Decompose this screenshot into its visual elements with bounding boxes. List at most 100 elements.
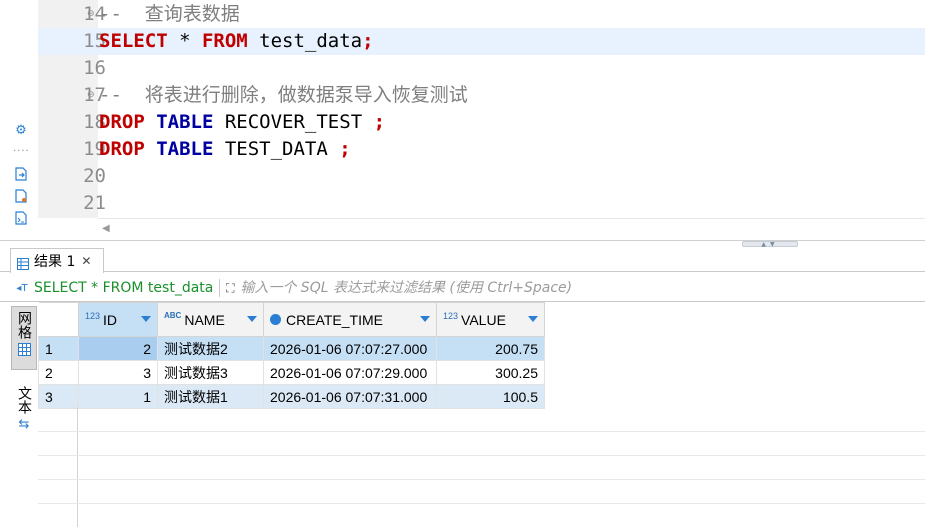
empty-grid-area (38, 407, 925, 527)
tab-results-1[interactable]: 结果 1 ✕ (10, 248, 104, 273)
cell-value[interactable]: 100.5 (436, 384, 545, 409)
editor-horizontal-scrollbar[interactable]: ◀ (98, 218, 925, 240)
grid-view-label: 网格 (16, 311, 32, 339)
column-menu-icon[interactable] (528, 316, 538, 322)
editor-side-toolbar: ⚙ ···· (0, 0, 38, 242)
column-header-create-time[interactable]: CREATE_TIME (263, 302, 437, 337)
sql-query-icon: ◂T (16, 282, 28, 294)
sql-comment: -- 将表进行删除，做数据泵导入恢复测试 (99, 84, 468, 106)
column-label: NAME (184, 311, 225, 328)
filter-input[interactable] (240, 277, 925, 299)
table-row[interactable]: 1 2 测试数据2 2026-01-06 07:07:27.000 200.75 (38, 336, 545, 361)
numeric-type-icon: 123 (85, 310, 101, 321)
results-panel: 结果 1 ✕ ◂T SELECT * FROM test_data ⛶ 网格 文… (0, 248, 925, 527)
cell-value[interactable]: 200.75 (436, 336, 545, 361)
fold-toggle-icon[interactable]: ⊖ (87, 9, 95, 19)
line-number: 16 (83, 57, 106, 79)
sql-keyword: ; (362, 30, 374, 52)
row-number-divider (77, 407, 78, 527)
code-line[interactable]: 21 (38, 190, 925, 217)
sql-keyword: ; (339, 138, 351, 160)
code-line[interactable]: 19 DROP TABLE TEST_DATA ; (38, 136, 925, 163)
toolbar-divider: ···· (13, 146, 30, 157)
column-label: CREATE_TIME (286, 311, 383, 328)
row-number[interactable]: 2 (38, 360, 79, 385)
file-icon[interactable] (13, 188, 29, 204)
code-line[interactable]: 17 ⊖ -- 将表进行删除，做数据泵导入恢复测试 (38, 82, 925, 109)
filter-bar: ◂T SELECT * FROM test_data ⛶ (10, 276, 925, 300)
cell-create-time[interactable]: 2026-01-06 07:07:29.000 (263, 360, 437, 385)
table-row[interactable]: 2 3 测试数据3 2026-01-06 07:07:29.000 300.25 (38, 360, 545, 385)
row-number-header (38, 302, 79, 337)
cell-create-time[interactable]: 2026-01-06 07:07:27.000 (263, 336, 437, 361)
table-grid-icon (17, 343, 31, 359)
sql-keyword: FROM (201, 30, 248, 52)
code-line[interactable]: 14 ⊖ -- 查询表数据 (38, 1, 925, 28)
row-number[interactable]: 1 (38, 336, 79, 361)
numeric-type-icon: 123 (443, 310, 459, 321)
line-number: 21 (83, 192, 106, 214)
sql-editor[interactable]: ⚙ ···· 14 ⊖ -- 查询表数据 15 SELECT * FROM test_d… (0, 0, 925, 242)
panel-splitter[interactable]: ▲▼ (0, 240, 925, 248)
text-view-label: 文本 (16, 386, 32, 414)
code-line[interactable]: 18 DROP TABLE RECOVER_TEST ; (38, 109, 925, 136)
code-text[interactable]: DROP TABLE TEST_DATA ; (99, 136, 351, 163)
grid-line (38, 503, 925, 504)
cell-id[interactable]: 3 (78, 360, 158, 385)
code-line[interactable]: 20 (38, 163, 925, 190)
table-row[interactable]: 3 1 测试数据1 2026-01-06 07:07:31.000 100.5 (38, 384, 545, 409)
sql-keyword: SELECT (99, 30, 168, 52)
column-label: ID (103, 311, 118, 328)
text-type-icon: ABC (164, 311, 182, 320)
cell-name[interactable]: 测试数据3 (157, 360, 264, 385)
grid-line (38, 431, 925, 432)
source-query: SELECT * FROM test_data (34, 280, 214, 296)
gear-icon[interactable]: ⚙ (13, 122, 29, 138)
row-number[interactable]: 3 (38, 384, 79, 409)
sql-keyword: DROP (99, 111, 145, 133)
cell-name[interactable]: 测试数据2 (157, 336, 264, 361)
xml-file-icon[interactable] (13, 210, 29, 226)
result-grid-area: 网格 文本 ⇆ 123 ID ABC NAME CREATE_TIME 123 … (0, 301, 925, 527)
sql-text: RECOVER_TEST (213, 111, 374, 133)
cell-name[interactable]: 测试数据1 (157, 384, 264, 409)
sql-text: * (167, 30, 202, 52)
tab-grid-view[interactable]: 网格 (11, 306, 37, 370)
sql-text: test_data (247, 30, 363, 52)
cell-id[interactable]: 2 (78, 336, 158, 361)
cell-value[interactable]: 300.25 (436, 360, 545, 385)
column-header-id[interactable]: 123 ID (78, 302, 158, 337)
fold-toggle-icon[interactable]: ⊖ (87, 90, 95, 100)
header-row: 123 ID ABC NAME CREATE_TIME 123 VALUE (38, 302, 545, 337)
column-header-value[interactable]: 123 VALUE (436, 302, 545, 337)
code-text[interactable]: DROP TABLE RECOVER_TEST ; (99, 109, 385, 136)
results-tab-strip: 结果 1 ✕ (0, 248, 925, 273)
grid-line (38, 455, 925, 456)
column-menu-icon[interactable] (247, 316, 257, 322)
text-filter-icon: ⇆ (18, 417, 30, 432)
cell-id[interactable]: 1 (78, 384, 158, 409)
column-menu-icon[interactable] (141, 316, 151, 322)
export-icon[interactable] (13, 166, 29, 182)
grid-icon (17, 255, 29, 270)
splitter-handle[interactable]: ▲▼ (742, 241, 798, 248)
code-text[interactable]: SELECT * FROM test_data; (99, 28, 374, 55)
result-table: 123 ID ABC NAME CREATE_TIME 123 VALUE 1 … (38, 302, 545, 409)
code-line[interactable]: 16 (38, 55, 925, 82)
line-number: 20 (83, 165, 106, 187)
tab-label: 结果 1 (34, 254, 76, 270)
close-icon[interactable]: ✕ (81, 254, 91, 268)
expand-icon[interactable]: ⛶ (220, 281, 240, 296)
column-label: VALUE (461, 311, 506, 328)
column-menu-icon[interactable] (420, 316, 430, 322)
code-text[interactable]: -- 将表进行删除，做数据泵导入恢复测试 (99, 82, 468, 109)
sql-comment: -- 查询表数据 (99, 3, 240, 25)
tab-text-view[interactable]: 文本 ⇆ (11, 382, 37, 438)
cell-create-time[interactable]: 2026-01-06 07:07:31.000 (263, 384, 437, 409)
code-text[interactable]: -- 查询表数据 (99, 1, 240, 28)
scroll-left-icon[interactable]: ◀ (102, 223, 110, 234)
column-header-name[interactable]: ABC NAME (157, 302, 264, 337)
sql-keyword: DROP (99, 138, 145, 160)
code-line[interactable]: 15 SELECT * FROM test_data; (38, 28, 925, 55)
